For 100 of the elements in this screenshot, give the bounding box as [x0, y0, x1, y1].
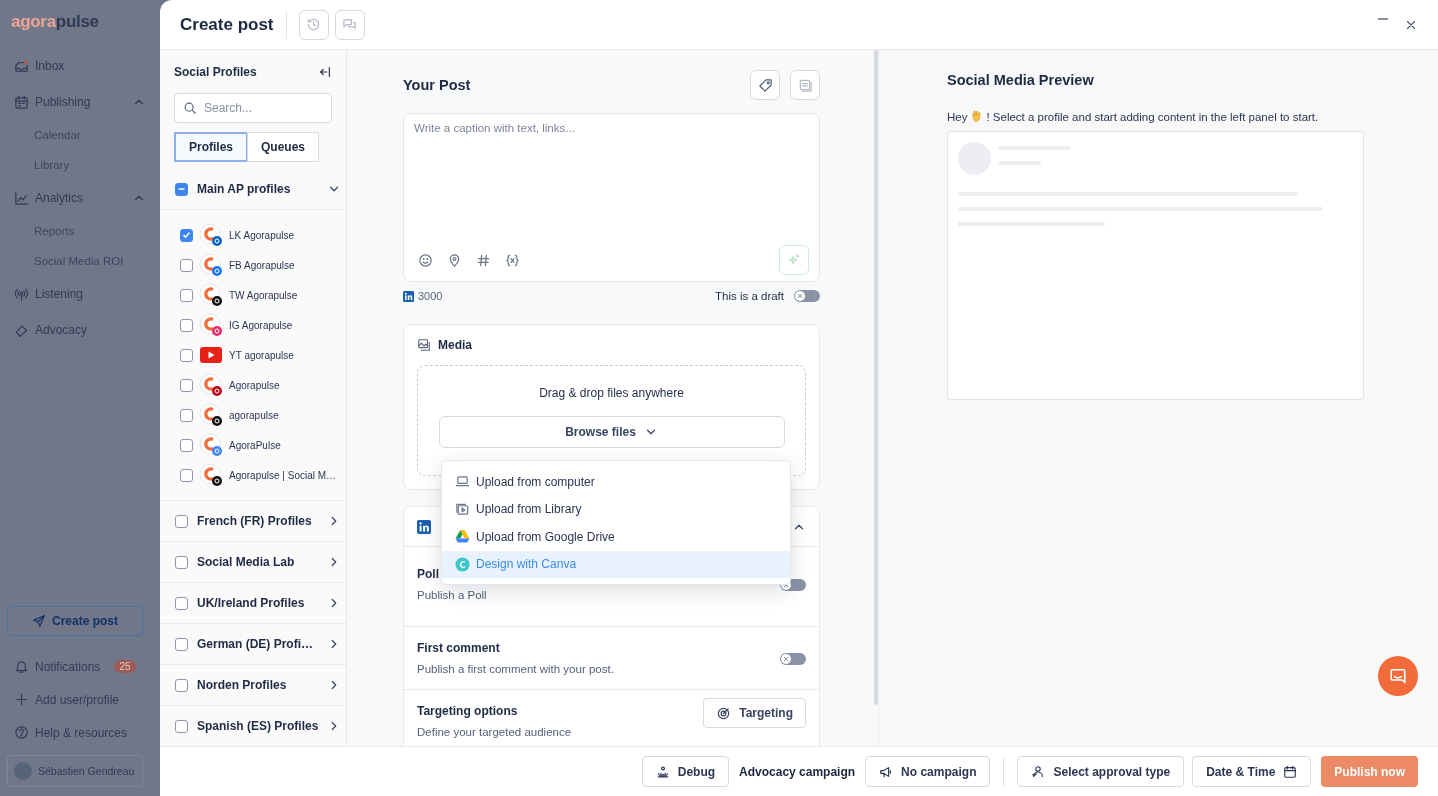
profile-name[interactable]: Agorapulse	[229, 379, 280, 391]
checkbox[interactable]	[180, 228, 193, 242]
nav-label: Publishing	[35, 95, 91, 109]
tab[interactable]: Queues	[247, 132, 320, 162]
x-icon	[797, 293, 803, 299]
checkbox[interactable]	[180, 348, 193, 362]
target-icon	[716, 705, 732, 721]
section-title: Your Post	[403, 77, 471, 93]
profile-avatar-icon	[199, 403, 223, 427]
browse-files-button[interactable]: Browse files	[438, 416, 785, 448]
user-name: Sébastien Gendreau	[38, 765, 135, 777]
profile-avatar-icon	[199, 463, 223, 487]
nav-label: Notifications	[35, 659, 101, 674]
line-chart-icon	[14, 190, 29, 206]
profile-name[interactable]: AgoraPulse	[229, 439, 281, 451]
notes-button[interactable]	[790, 70, 820, 100]
targeting-button[interactable]: Targeting	[703, 698, 806, 728]
nav-item[interactable]: Notifications 25	[0, 650, 160, 683]
check-icon	[183, 232, 190, 238]
canva-icon	[455, 556, 470, 572]
group-label: Main AP profiles	[197, 182, 291, 196]
checkbox[interactable]	[180, 378, 193, 392]
nav-label: Advocacy	[35, 323, 88, 337]
avatar-icon	[14, 762, 32, 780]
antenna-icon	[14, 286, 29, 302]
search-field[interactable]: Search...	[174, 93, 332, 123]
profile-name[interactable]: FB Agorapulse	[229, 259, 295, 271]
approval-type-button[interactable]: Select approval type	[1017, 756, 1185, 787]
drive-icon	[455, 529, 470, 545]
checkbox[interactable]	[180, 318, 193, 332]
menu-item[interactable]: Upload from Library	[442, 495, 790, 523]
waving-hand-icon	[970, 110, 984, 123]
drop-hint: Drag & drop files anywhere	[539, 386, 684, 400]
plus-icon	[14, 692, 29, 707]
nav-label: Inbox	[35, 59, 65, 73]
profile-name[interactable]: YT agorapulse	[229, 349, 294, 361]
location-pin-icon	[447, 252, 462, 268]
linkedin-icon	[417, 519, 431, 534]
profile-avatar-icon	[199, 373, 223, 397]
checkbox[interactable]	[180, 288, 193, 302]
draft-label: This is a draft	[714, 290, 784, 302]
checkbox[interactable]	[175, 555, 188, 569]
collapse-panel-icon	[318, 65, 332, 79]
profile-name[interactable]: agorapulse	[229, 409, 279, 421]
video-logo-icon	[200, 347, 222, 363]
debug-icon	[655, 764, 670, 779]
comments-button[interactable]	[334, 9, 365, 40]
profile-avatar-icon	[199, 313, 223, 337]
menu-item[interactable]: Upload from Google Drive	[442, 523, 790, 551]
preview-message: ! Select a profile and start adding content in the left panel to start.	[986, 110, 1319, 123]
group-label: Norden Profiles	[197, 678, 287, 692]
checkbox[interactable]	[180, 258, 193, 272]
chat-icon	[1389, 667, 1407, 685]
option-title: First comment	[417, 641, 501, 655]
checkbox[interactable]	[180, 438, 193, 452]
profile-name[interactable]: IG Agorapulse	[229, 319, 293, 331]
emoji-icon	[418, 252, 433, 268]
profile-name[interactable]: Agorapulse | Social M…	[229, 469, 337, 481]
profile-name[interactable]: TW Agorapulse	[229, 289, 298, 301]
checkbox[interactable]	[180, 468, 193, 482]
group-label: Spanish (ES) Profiles	[197, 719, 319, 733]
tag-button[interactable]	[750, 70, 780, 100]
tab[interactable]: Profiles	[174, 132, 248, 162]
checkbox[interactable]	[180, 408, 193, 422]
caption-box[interactable]: Write a caption with text, links...	[403, 113, 820, 282]
option-description: Publish a first comment with your post.	[417, 663, 615, 675]
nav-label: Help & resources	[35, 725, 128, 740]
checkbox[interactable]	[175, 637, 188, 651]
calendar-icon	[1283, 764, 1298, 779]
history-button[interactable]	[298, 9, 329, 40]
checkbox[interactable]	[175, 678, 188, 692]
group-label: German (DE) Profi…	[197, 637, 313, 651]
inbox-icon	[14, 58, 29, 74]
checkbox[interactable]	[175, 514, 188, 528]
history-icon	[306, 17, 322, 32]
send-icon	[32, 614, 46, 628]
group-label: UK/Ireland Profiles	[197, 596, 305, 610]
caption-field[interactable]: Write a caption with text, links...	[414, 122, 809, 245]
toggle-switch[interactable]	[794, 290, 820, 302]
toggle-switch[interactable]	[780, 653, 806, 665]
checkbox[interactable]	[175, 719, 188, 733]
minus-icon	[178, 188, 185, 190]
profile-name[interactable]: LK Agorapulse	[229, 229, 295, 241]
tag-icon	[757, 77, 773, 93]
minimize-icon	[1378, 17, 1388, 20]
profile-avatar-icon	[199, 433, 223, 457]
calendar-icon	[14, 94, 29, 110]
date-time-button[interactable]: Date & Time	[1192, 756, 1312, 787]
checkbox[interactable]	[175, 596, 188, 610]
campaign-button[interactable]: No campaign	[865, 756, 991, 787]
drop-zone[interactable]: Drag & drop files anywhere Browse files	[417, 365, 806, 476]
user-approval-icon	[1031, 764, 1046, 779]
nav-label: Listening	[35, 287, 84, 301]
option-description: Publish a Poll	[417, 589, 488, 601]
option-title: Targeting options	[417, 704, 519, 718]
group-label: Social Media Lab	[197, 555, 295, 569]
greeting-text: Hey	[947, 110, 968, 123]
debug-button[interactable]: Debug	[641, 756, 730, 787]
character-count: 3000	[418, 290, 443, 302]
checkbox[interactable]	[175, 182, 188, 196]
